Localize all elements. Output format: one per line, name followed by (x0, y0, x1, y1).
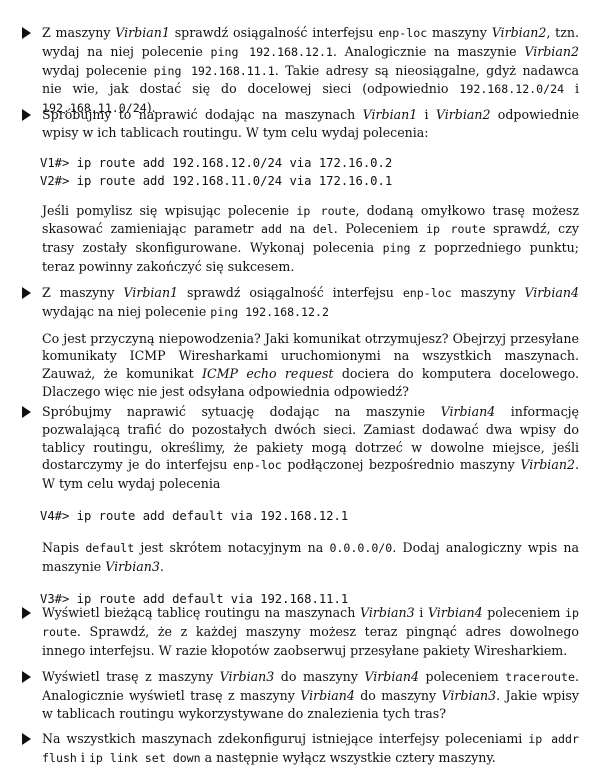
text-run: do maszyny (274, 669, 365, 684)
text-run: jest skrótem notacyjnym na (134, 539, 330, 555)
exercise-item-2: Spróbujmy to naprawić dodając na maszyna… (0, 106, 601, 276)
text-run: i (414, 605, 428, 620)
text-run: Jeśli pomylisz się wpisując polecenie (42, 202, 297, 218)
inline-code: default (85, 540, 135, 555)
paragraph: Z maszyny Virbian1 sprawdź osiągalność i… (42, 284, 579, 322)
italic-term: Virbian3 (441, 687, 497, 703)
bullet-icon (22, 671, 31, 683)
italic-term: Virbian1 (123, 285, 179, 300)
italic-term: Virbian4 (364, 669, 419, 684)
inline-code: ip route (426, 222, 486, 237)
exercise-item-5: Wyświetl bieżącą tablicę routingu na mas… (0, 604, 601, 659)
paragraph: Wyświetl bieżącą tablicę routingu na mas… (42, 604, 579, 659)
inline-code: del (312, 222, 334, 237)
exercise-item-3: Z maszyny Virbian1 sprawdź osiągalność i… (0, 284, 601, 401)
paragraph: Wyświetl trasę z maszyny Virbian3 do mas… (42, 668, 579, 722)
inline-code: traceroute (505, 670, 575, 684)
bullet-icon (22, 733, 31, 745)
text-run: poleceniem (419, 669, 506, 684)
text-run: . Poleceniem (333, 221, 427, 237)
text-run: i (76, 749, 89, 765)
text-run: Napis (42, 539, 86, 555)
text-run: poleceniem (482, 605, 566, 620)
paragraph: Z maszyny Virbian1 sprawdź osiągalność i… (42, 24, 579, 118)
italic-term: Virbian4 (300, 687, 355, 703)
inline-code: ping 192.168.12.1 (210, 44, 333, 59)
text-run: . Analogicznie na maszynie (332, 43, 525, 59)
italic-term: Virbian2 (524, 43, 579, 59)
exercise-item-1: Z maszyny Virbian1 sprawdź osiągalność i… (0, 24, 601, 118)
paragraph: Napis default jest skrótem notacyjnym na… (42, 539, 579, 576)
text-run: Z maszyny (42, 25, 116, 40)
exercise-item-6: Wyświetl trasę z maszyny Virbian3 do mas… (0, 668, 601, 722)
text-run: Wyświetl bieżącą tablicę routingu na mas… (42, 605, 360, 620)
text-run: sprawdź osiągalność interfejsu (178, 285, 403, 300)
text-run: podłączonej bezpośrednio maszyny (281, 457, 521, 473)
paragraph: Na wszystkich maszynach zdekonfiguruj is… (42, 730, 579, 768)
text-run: maszyny (427, 25, 492, 40)
bullet-icon (22, 607, 31, 619)
paragraph: Spróbujmy naprawić sytuację dodając na m… (42, 403, 579, 493)
inline-code: enp-loc (378, 26, 428, 40)
italic-term: Virbian3 (105, 558, 160, 574)
text-run: i (417, 107, 436, 122)
inline-code: add (261, 222, 282, 237)
text-run: Wyświetl trasę z maszyny (42, 669, 220, 684)
inline-code: ping 192.168.12.2 (210, 304, 329, 319)
text-run: . Sprawdź, że z każdej maszyny możesz te… (42, 623, 579, 658)
text-run: . (159, 558, 164, 574)
bullet-icon (22, 406, 31, 418)
text-run: do maszyny (354, 687, 442, 703)
text-run: Spróbujmy to naprawić dodając na maszyna… (42, 107, 363, 122)
exercise-item-4: Spróbujmy naprawić sytuację dodając na m… (0, 403, 601, 608)
inline-code: ip link set down (88, 750, 201, 765)
bullet-icon (22, 109, 31, 121)
code-line: V4#> ip route add default via 192.168.12… (40, 508, 349, 523)
italic-term: Virbian2 (435, 107, 491, 122)
paragraph: Co jest przyczyną niepowodzenia? Jaki ko… (42, 330, 579, 401)
italic-term: ICMP echo request (202, 366, 334, 382)
paragraph: Jeśli pomylisz się wpisując polecenie ip… (42, 202, 579, 276)
italic-term: Virbian2 (520, 457, 575, 473)
text-run: wydając na niej polecenie (42, 303, 211, 319)
italic-term: Virbian4 (524, 285, 580, 300)
code-line: V1#> ip route add 192.168.12.0/24 via 17… (40, 155, 393, 170)
text-run: Z maszyny (42, 285, 124, 300)
code-line: V2#> ip route add 192.168.11.0/24 via 17… (40, 173, 393, 188)
code-block: V1#> ip route add 192.168.12.0/24 via 17… (40, 154, 579, 190)
inline-code: enp-loc (232, 458, 282, 473)
text-run: i (564, 81, 579, 97)
inline-code: ping (382, 241, 411, 256)
inline-code: 192.168.12.0/24 (459, 82, 565, 97)
text-run: Spróbujmy naprawić sytuację dodając na m… (42, 404, 441, 419)
italic-term: Virbian3 (219, 669, 275, 684)
inline-code: ping 192.168.11.1 (153, 63, 275, 78)
italic-term: Virbian4 (427, 605, 483, 620)
text-run: wydaj polecenie (42, 62, 154, 78)
text-run: sprawdź osiągalność interfejsu (169, 25, 379, 40)
italic-term: Virbian1 (362, 107, 418, 122)
text-run: maszyny (451, 285, 525, 300)
exercise-item-7: Na wszystkich maszynach zdekonfiguruj is… (0, 730, 601, 768)
bullet-icon (22, 287, 31, 299)
inline-code: ip route (296, 203, 356, 218)
italic-term: Virbian3 (359, 605, 415, 620)
italic-term: Virbian4 (440, 404, 496, 419)
text-run: Na wszystkich maszynach zdekonfiguruj is… (42, 731, 529, 746)
code-block: V4#> ip route add default via 192.168.12… (40, 507, 579, 525)
paragraph: Spróbujmy to naprawić dodając na maszyna… (42, 106, 579, 142)
italic-term: Virbian2 (491, 25, 547, 40)
text-run: na (281, 221, 313, 237)
italic-term: Virbian1 (115, 25, 170, 40)
text-run: a następnie wyłącz wszystkie cztery masz… (200, 749, 496, 765)
inline-code: enp-loc (402, 286, 452, 300)
inline-code: 0.0.0.0/0 (329, 540, 393, 555)
bullet-icon (22, 27, 31, 39)
